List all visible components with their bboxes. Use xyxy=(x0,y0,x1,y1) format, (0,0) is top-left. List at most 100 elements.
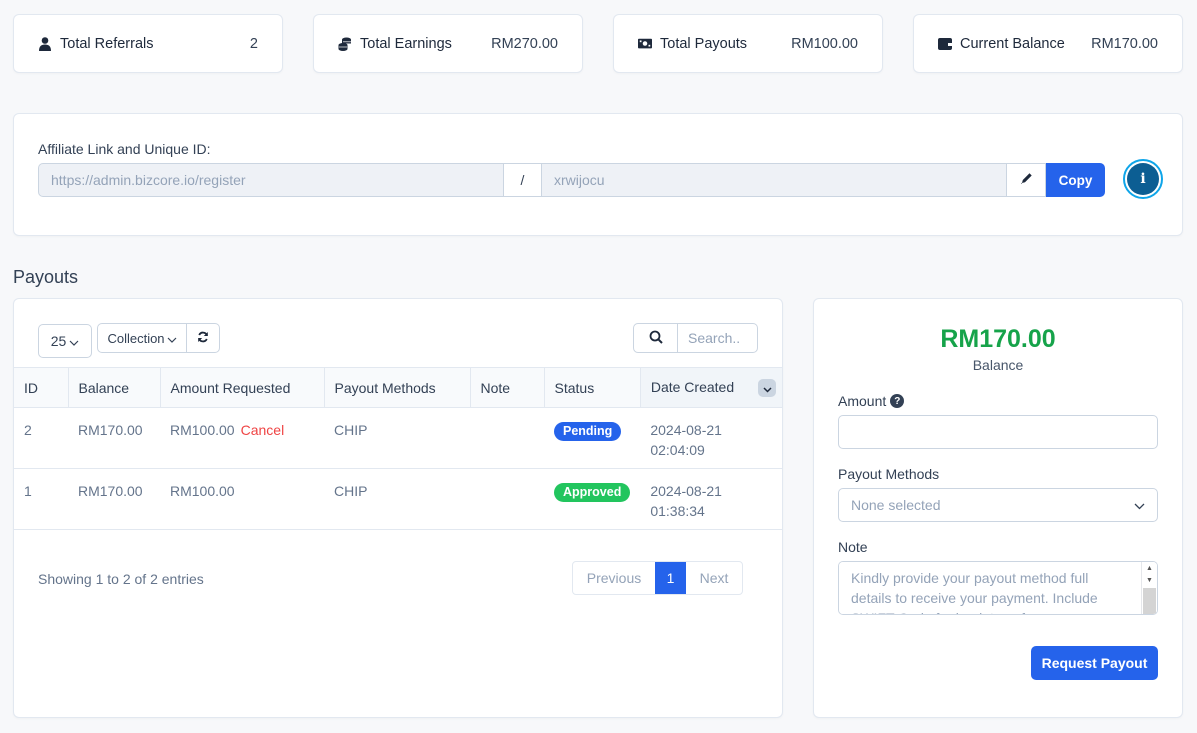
column-header-date-created[interactable]: Date Created xyxy=(640,367,782,408)
collection-dropdown-button[interactable]: Collection xyxy=(97,323,187,353)
column-header-note[interactable]: Note xyxy=(470,367,545,408)
sort-toggle-button[interactable] xyxy=(758,378,776,397)
time-value: 02:04:09 xyxy=(650,442,705,458)
request-payout-card: RM170.00 Balance Amount ? Payout Methods… xyxy=(813,298,1183,718)
amount-value: RM100.00 xyxy=(170,483,235,499)
column-header-id[interactable]: ID xyxy=(14,367,69,408)
payout-methods-select[interactable]: None selected xyxy=(838,488,1158,522)
stat-card-current-balance: Current Balance RM170.00 xyxy=(913,14,1183,73)
request-payout-button[interactable]: Request Payout xyxy=(1031,646,1158,680)
amount-field[interactable] xyxy=(838,415,1158,449)
coins-icon xyxy=(338,37,352,51)
cell-note xyxy=(470,407,544,469)
column-header-payout-methods[interactable]: Payout Methods xyxy=(324,367,471,408)
pagination: Previous 1 Next xyxy=(572,561,743,595)
amount-label: Amount ? xyxy=(838,393,905,409)
table-header-row: ID Balance Amount Requested Payout Metho… xyxy=(14,367,782,408)
column-header-amount-requested[interactable]: Amount Requested xyxy=(160,367,325,408)
chevron-down-icon xyxy=(167,331,177,346)
unique-id-field[interactable]: xrwijocu xyxy=(541,163,1007,197)
column-header-balance[interactable]: Balance xyxy=(68,367,161,408)
scroll-up-arrow-icon[interactable]: ▲ xyxy=(1142,562,1157,574)
scroll-thumb[interactable] xyxy=(1143,588,1156,614)
cell-balance: RM170.00 xyxy=(68,468,160,530)
stat-card-total-referrals: Total Referrals 2 xyxy=(13,14,283,73)
amount-value: RM100.00 xyxy=(170,422,235,438)
payout-methods-value: None selected xyxy=(851,497,941,513)
page-length-select[interactable]: 25 xyxy=(38,324,92,358)
affiliate-base-url-field: https://admin.bizcore.io/register xyxy=(38,163,504,197)
date-value: 2024-08-21 xyxy=(650,422,722,438)
payouts-table-card: 25 Collection ID Balance Amount R xyxy=(13,298,783,718)
column-header-date-created-label: Date Created xyxy=(650,378,735,395)
time-value: 01:38:34 xyxy=(650,503,705,519)
chevron-down-icon xyxy=(69,333,79,349)
stat-card-total-earnings: Total Earnings RM270.00 xyxy=(313,14,583,73)
stat-card-total-payouts: Total Payouts RM100.00 xyxy=(613,14,883,73)
column-header-status[interactable]: Status xyxy=(544,367,641,408)
status-badge: Approved xyxy=(554,483,631,502)
balance-label: Balance xyxy=(972,357,1024,373)
pencil-icon xyxy=(1020,172,1033,188)
amount-label-text: Amount xyxy=(838,393,887,409)
cell-status: Approved xyxy=(544,468,641,530)
cell-method: CHIP xyxy=(324,407,470,469)
amount-input[interactable] xyxy=(839,416,1157,448)
table-row: 1 RM170.00 RM100.00 CHIP Approved 2024-0… xyxy=(14,468,782,530)
cell-id: 2 xyxy=(14,407,68,469)
stat-value: RM100.00 xyxy=(791,35,858,52)
scroll-down-arrow-icon[interactable]: ▼ xyxy=(1142,574,1157,586)
cell-method: CHIP xyxy=(324,468,470,530)
help-icon[interactable]: ? xyxy=(890,394,905,408)
balance-amount: RM170.00 xyxy=(940,325,1056,353)
note-scrollbar[interactable]: ▲ ▼ xyxy=(1141,562,1157,614)
table-search xyxy=(633,323,758,353)
table-info: Showing 1 to 2 of 2 entries xyxy=(38,571,204,587)
copy-button[interactable]: Copy xyxy=(1046,163,1105,197)
chevron-down-icon xyxy=(762,380,772,396)
payouts-heading: Payouts xyxy=(13,267,79,287)
wallet-icon xyxy=(938,37,952,51)
user-icon xyxy=(38,36,52,51)
pagination-page-1[interactable]: 1 xyxy=(655,562,686,594)
note-label: Note xyxy=(838,539,868,555)
stat-label: Total Earnings xyxy=(360,35,452,52)
affiliate-card: Affiliate Link and Unique ID: https://ad… xyxy=(13,113,1183,236)
stat-label: Total Referrals xyxy=(60,35,154,52)
pagination-next[interactable]: Next xyxy=(686,562,742,594)
cell-note xyxy=(470,468,544,530)
table-toolbar: 25 Collection xyxy=(38,323,220,358)
info-button[interactable]: i xyxy=(1123,159,1163,199)
info-icon: i xyxy=(1127,163,1159,195)
note-textarea[interactable] xyxy=(839,562,1157,614)
cell-date: 2024-08-21 02:04:09 xyxy=(640,407,782,469)
stat-value: RM170.00 xyxy=(1091,35,1158,52)
chevron-down-icon xyxy=(1134,497,1145,513)
stat-label: Current Balance xyxy=(960,35,1065,52)
search-button[interactable] xyxy=(633,323,678,353)
search-icon xyxy=(649,330,663,347)
stat-value: 2 xyxy=(249,35,258,52)
refresh-icon xyxy=(197,330,209,346)
stat-label: Total Payouts xyxy=(660,35,748,52)
refresh-button[interactable] xyxy=(187,323,220,353)
status-badge: Pending xyxy=(554,422,622,441)
cell-status: Pending xyxy=(544,407,641,469)
cell-amount: RM100.00 xyxy=(160,468,324,530)
cell-id: 1 xyxy=(14,468,68,530)
page-length-value: 25 xyxy=(50,333,67,349)
edit-unique-id-button[interactable] xyxy=(1007,163,1046,197)
pagination-previous[interactable]: Previous xyxy=(573,562,655,594)
search-input[interactable] xyxy=(678,323,758,353)
date-value: 2024-08-21 xyxy=(650,483,722,499)
url-separator: / xyxy=(504,163,541,197)
cell-date: 2024-08-21 01:38:34 xyxy=(640,468,782,530)
money-bill-icon xyxy=(638,37,652,51)
affiliate-title: Affiliate Link and Unique ID: xyxy=(38,141,211,157)
payouts-table: ID Balance Amount Requested Payout Metho… xyxy=(14,367,782,530)
cell-amount: RM100.00 Cancel xyxy=(160,407,324,469)
cancel-payout-link[interactable]: Cancel xyxy=(241,422,285,438)
note-field[interactable]: ▲ ▼ xyxy=(838,561,1158,615)
payout-methods-label: Payout Methods xyxy=(838,466,940,482)
table-row: 2 RM170.00 RM100.00 Cancel CHIP Pending 2… xyxy=(14,407,782,469)
